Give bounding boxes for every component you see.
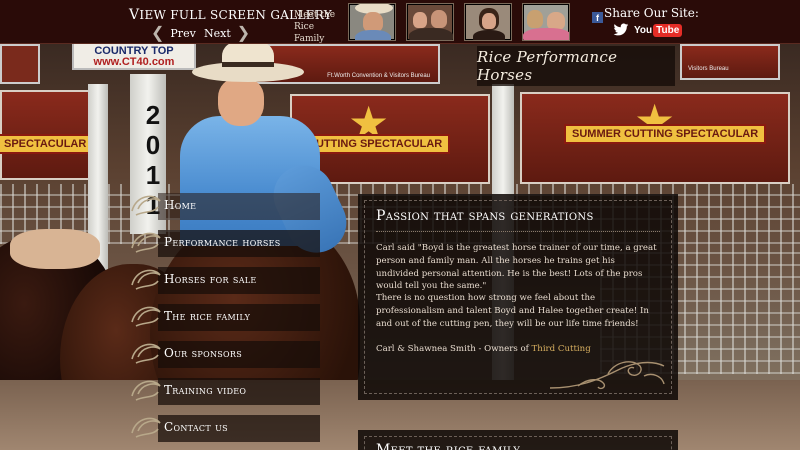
swirl-ornament-icon — [131, 269, 161, 290]
family-thumbnail[interactable] — [348, 3, 396, 41]
bureau-sign-text: Ft.Worth Convention & Visitors Bureau — [327, 73, 430, 79]
nav-label: The rice family — [164, 308, 251, 323]
nav-label: Performance horses — [164, 234, 281, 249]
face-shape — [527, 10, 543, 28]
nav-item-home[interactable]: Home — [128, 186, 320, 223]
next-button[interactable]: Next ❯ — [204, 25, 250, 41]
face-shape — [482, 13, 496, 29]
testimonial-paragraph: Carl said "Boyd is the greatest horse tr… — [376, 243, 657, 292]
swirl-ornament-icon — [131, 343, 161, 364]
nav-item-our-sponsors[interactable]: Our sponsors — [128, 334, 320, 371]
panel-2-title: Meet the rice family — [376, 442, 521, 450]
family-thumbnail[interactable] — [522, 3, 570, 41]
face-shape — [363, 12, 383, 32]
gallery-link-initial: V — [129, 7, 140, 23]
meet-family-text: Meet the Rice Family — [294, 10, 336, 44]
nav-label: Horses for sale — [164, 271, 257, 286]
chevron-right-icon: ❯ — [236, 23, 251, 42]
prev-label: Prev — [170, 26, 196, 40]
rider-face — [218, 78, 264, 126]
calf — [10, 229, 100, 269]
nav-label: Home — [164, 197, 197, 212]
logo-text: Rice Performance Horses — [477, 48, 618, 84]
banner-left: SPECTACULAR — [0, 90, 95, 180]
swirl-ornament-icon — [131, 380, 161, 401]
twitter-icon[interactable] — [613, 23, 629, 37]
panel-title: Passion that spans generations — [376, 208, 594, 224]
face-shape — [413, 12, 427, 28]
shirt-shape — [523, 28, 569, 40]
title-divider — [376, 231, 660, 232]
face-shape — [431, 10, 447, 28]
third-cutting-link[interactable]: Third Cutting — [532, 344, 591, 354]
share-label: Share Our Site: — [604, 6, 699, 20]
flourish-ornament-icon — [549, 361, 665, 390]
swirl-ornament-icon — [131, 195, 161, 216]
youtube-you: You — [634, 24, 653, 36]
nav-item-training-video[interactable]: Training video — [128, 371, 320, 408]
shirt-shape — [355, 30, 391, 40]
bureau-sign-2-text: Visitors Bureau — [688, 66, 729, 72]
top-bar: VIEW FULL SCREEN GALLERY ❮ Prev Next ❯ M… — [0, 0, 800, 44]
family-thumbnail[interactable] — [464, 3, 512, 41]
nav-item-horses-for-sale[interactable]: Horses for sale — [128, 260, 320, 297]
testimonial-paragraph: There is no question how strong we feel … — [376, 293, 649, 329]
sign-left — [0, 44, 40, 84]
banner-center-text: CUTTING SPECTACULAR — [300, 134, 451, 154]
facebook-icon[interactable]: f — [592, 12, 603, 23]
site-logo[interactable]: Rice Performance Horses — [477, 46, 675, 86]
youtube-tube: Tube — [653, 23, 683, 37]
nav-item-rice-family[interactable]: The rice family — [128, 297, 320, 334]
swirl-ornament-icon — [131, 232, 161, 253]
nav-item-performance-horses[interactable]: Performance horses — [128, 223, 320, 260]
youtube-icon[interactable]: You Tube — [634, 23, 683, 37]
shirt-shape — [473, 30, 505, 40]
shirt-shape — [409, 28, 453, 40]
banner-right-text: SUMMER CUTTING SPECTACULAR — [564, 124, 767, 144]
nav-item-contact-us[interactable]: Contact us — [128, 408, 320, 445]
swirl-ornament-icon — [131, 306, 161, 327]
banner-left-text: SPECTACULAR — [0, 134, 95, 154]
nav-label: Our sponsors — [164, 345, 242, 360]
signature-text: Carl & Shawnea Smith - Owners of — [376, 344, 532, 354]
nav-label: Training video — [164, 382, 247, 397]
main-navigation: Home Performance horses Horses for sale … — [128, 186, 320, 445]
family-thumbnail[interactable] — [406, 3, 454, 41]
nav-label: Contact us — [164, 419, 228, 434]
cowboy-hat-icon — [192, 44, 304, 82]
swirl-ornament-icon — [131, 417, 161, 438]
banner-right: ★ SUMMER CUTTING SPECTACULAR — [520, 92, 790, 184]
chevron-left-icon: ❮ — [151, 23, 165, 42]
content-panel: Passion that spans generations Carl said… — [358, 194, 678, 400]
sponsor-sign: COUNTRY TOP www.CT40.com — [72, 44, 196, 70]
bureau-sign-2: Visitors Bureau — [680, 44, 780, 80]
content-panel-2: Meet the rice family — [358, 430, 678, 450]
sponsor-sign-url: www.CT40.com — [93, 56, 175, 68]
prev-button[interactable]: ❮ Prev — [151, 25, 196, 41]
next-label: Next — [204, 26, 231, 40]
